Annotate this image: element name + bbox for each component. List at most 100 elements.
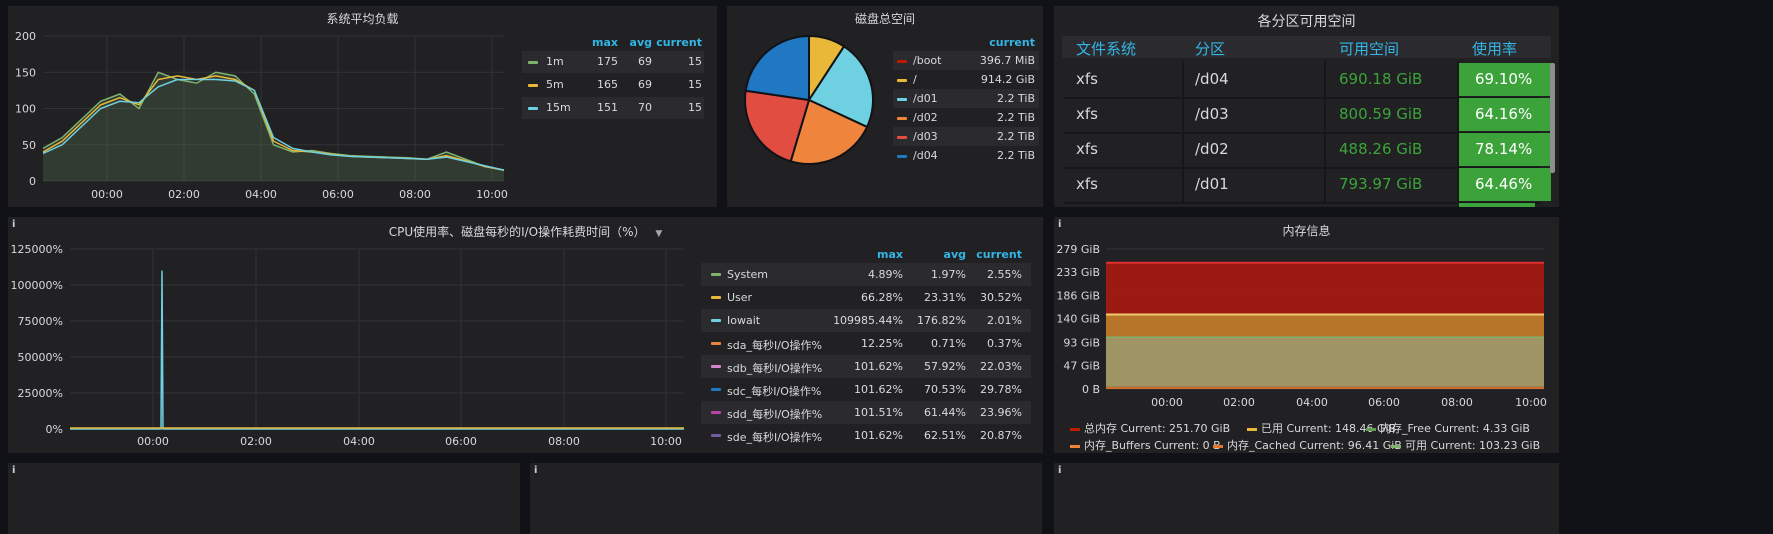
legend-current-value: 22.03% (980, 360, 1022, 373)
cpu-ytick-label: 125000% (11, 243, 63, 256)
partitions-col-part[interactable]: 分区 (1195, 38, 1225, 59)
cpu-legend-row[interactable]: Iowait 109985.44% 176.82% 2.01% (701, 309, 1031, 332)
legend-color-swatch (1247, 427, 1257, 431)
mem-legend-item[interactable]: 可用 Current: 103.23 GiB (1391, 437, 1540, 453)
cpu-legend-row[interactable]: sda_每秒I/O操作% 12.25% 0.71% 0.37% (701, 332, 1031, 355)
partition-row[interactable]: xfs/d02 488.26 GiB 78.14% (1064, 131, 1551, 169)
legend-current-value: 0.37% (987, 337, 1022, 350)
legend-current-value: 2.2 TiB (997, 130, 1035, 143)
column-separator (1182, 166, 1184, 203)
partitions-col-avail[interactable]: 可用空间 (1339, 38, 1399, 59)
mem-legend-item[interactable]: 内存_Free Current: 4.33 GiB (1366, 420, 1530, 436)
load-legend-row[interactable]: 5m 165 69 15 (522, 74, 704, 96)
partition-available: 793.97 GiB (1339, 175, 1423, 193)
cpu-legend-row[interactable]: sdc_每秒I/O操作% 101.62% 70.53% 29.78% (701, 378, 1031, 401)
cpu-legend-row[interactable]: User 66.28% 23.31% 30.52% (701, 286, 1031, 309)
disk-legend-row[interactable]: /d03 2.2 TiB (893, 127, 1039, 146)
mem-xtick-label: 00:00 (1151, 396, 1183, 409)
load-legend-max-header: max (592, 36, 618, 49)
partitions-scrollbar[interactable] (1550, 63, 1555, 173)
legend-avg-value: 176.82% (917, 314, 966, 327)
partition-row[interactable]: xfs/d01 793.97 GiB 64.46% (1064, 166, 1551, 204)
mem-legend-item[interactable]: 总内存 Current: 251.70 GiB (1070, 420, 1230, 436)
load-legend-row[interactable]: 15m 151 70 15 (522, 97, 704, 119)
disk-legend-current-header: current (989, 36, 1035, 49)
legend-color-swatch (711, 296, 721, 299)
bottom-panel-middle: i (530, 463, 1042, 534)
legend-color-swatch (897, 117, 907, 120)
legend-avg-value: 23.31% (924, 291, 966, 304)
legend-color-swatch (897, 136, 907, 139)
legend-avg-value: 70.53% (924, 383, 966, 396)
cpu-legend-row[interactable]: sdd_每秒I/O操作% 101.51% 61.44% 23.96% (701, 401, 1031, 424)
partition-usage: 78.14% (1459, 133, 1551, 166)
legend-current-value: 2.2 TiB (997, 111, 1035, 124)
legend-avg-value: 69 (638, 78, 652, 91)
partitions-col-fs[interactable]: 文件系统 (1076, 38, 1136, 59)
disk-legend-row[interactable]: / 914.2 GiB (893, 70, 1039, 89)
legend-series-name: 已用 (1261, 422, 1283, 435)
partition-row[interactable]: xfs/d04 690.18 GiB 69.10% (1064, 61, 1551, 99)
legend-series-name: /d01 (913, 92, 938, 105)
load-legend-row[interactable]: 1m 175 69 15 (522, 51, 704, 73)
legend-current-value: 23.96% (980, 406, 1022, 419)
cpu-xtick-label: 00:00 (137, 435, 169, 448)
column-separator (1182, 96, 1184, 133)
mem-legend-item[interactable]: 内存_Cached Current: 96.41 GiB (1213, 437, 1402, 453)
legend-avg-value: 70 (638, 101, 652, 114)
legend-color-swatch (711, 434, 721, 437)
partition-usage: 64.46% (1459, 168, 1551, 201)
legend-current-value: 2.55% (987, 268, 1022, 281)
cpu-xtick-label: 08:00 (548, 435, 580, 448)
partition-usage: 64.16% (1459, 98, 1551, 131)
partition-name: /d01 (1195, 175, 1229, 193)
disk-legend-row[interactable]: /boot 396.7 MiB (893, 51, 1039, 70)
cpu-ytick-label: 100000% (11, 279, 63, 292)
load-legend-current-header: current (656, 36, 702, 49)
legend-max-value: 165 (597, 78, 618, 91)
legend-max-value: 66.28% (861, 291, 903, 304)
mem-ytick-label: 140 GiB (1056, 313, 1100, 326)
partition-fs: xfs (1076, 175, 1098, 193)
legend-avg-value: 62.51% (924, 429, 966, 442)
partitions-col-usage[interactable]: 使用率 (1472, 38, 1517, 59)
bottom-left-info-icon[interactable]: i (12, 465, 15, 476)
legend-series-name: System (727, 268, 769, 281)
load-chart: 200 150 100 50 0 00:00 02:00 04:00 06:00 08:00 10… (15, 30, 508, 201)
legend-avg-value: 61.44% (924, 406, 966, 419)
cpu-ytick-label: 50000% (18, 351, 63, 364)
legend-avg-value: 0.71% (931, 337, 966, 350)
bottom-panel-left: i (8, 463, 520, 534)
legend-max-value: 101.62% (854, 429, 903, 442)
load-ytick-label: 0 (29, 175, 36, 188)
legend-max-value: 12.25% (861, 337, 903, 350)
disk-legend-row[interactable]: /d01 2.2 TiB (893, 89, 1039, 108)
cpu-legend-row[interactable]: sdb_每秒I/O操作% 101.62% 57.92% 22.03% (701, 355, 1031, 378)
load-panel: 系统平均负载 200 150 100 50 0 00:00 02:00 04:00 06:00… (8, 6, 717, 207)
column-separator (1182, 131, 1184, 168)
legend-color-swatch (897, 155, 907, 158)
bottom-middle-info-icon[interactable]: i (534, 465, 537, 476)
legend-color-swatch (1070, 427, 1080, 431)
legend-current-value: 29.78% (980, 383, 1022, 396)
legend-color-swatch (1213, 444, 1223, 448)
legend-current-value: Current: 0 B (1154, 439, 1221, 452)
legend-color-swatch (1070, 444, 1080, 448)
partition-row[interactable]: xfs/d03 800.59 GiB 64.16% (1064, 96, 1551, 134)
legend-color-swatch (711, 319, 721, 322)
disk-panel: 磁盘总空间 current /boot 396.7 MiB/914.2 GiB/d… (727, 6, 1043, 207)
mem-legend-item[interactable]: 内存_Buffers Current: 0 B (1070, 437, 1221, 453)
partition-available: 800.59 GiB (1339, 105, 1423, 123)
load-ytick-label: 200 (15, 30, 36, 43)
load-ytick-label: 100 (15, 103, 36, 116)
disk-legend-row[interactable]: /d04 2.2 TiB (893, 146, 1039, 165)
legend-series-name: sda_每秒I/O操作% (727, 339, 823, 352)
bottom-right-info-icon[interactable]: i (1058, 465, 1061, 476)
cpu-legend-row[interactable]: sde_每秒I/O操作% 101.62% 62.51% 20.87% (701, 424, 1031, 447)
cpu-legend: max avg current System 4.89% 1.97% 2.55% Use… (701, 245, 1031, 445)
column-separator (1324, 131, 1326, 168)
cpu-legend-row[interactable]: System 4.89% 1.97% 2.55% (701, 263, 1031, 286)
legend-max-value: 101.51% (854, 406, 903, 419)
disk-legend-row[interactable]: /d02 2.2 TiB (893, 108, 1039, 127)
legend-color-swatch (711, 411, 721, 414)
